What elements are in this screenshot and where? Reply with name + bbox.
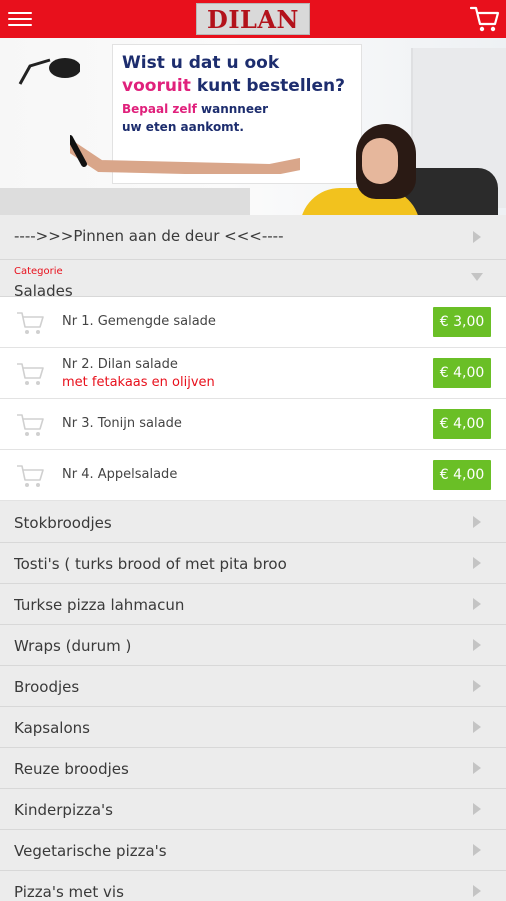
item-description: met fetakaas en olijven [62, 375, 215, 390]
item-name: Nr 4. Appelsalade [62, 467, 178, 482]
promo-banner: Wist u dat u ook vooruit kunt bestellen?… [0, 38, 506, 215]
banner-desk [0, 188, 250, 215]
chevron-right-icon [473, 721, 481, 733]
banner-woman-face [362, 138, 398, 184]
menu-item[interactable]: Nr 1. Gemengde salade € 3,00 [0, 297, 506, 348]
hamburger-menu-icon[interactable] [8, 9, 32, 29]
item-name: Nr 2. Dilan salade [62, 357, 178, 372]
price-button[interactable]: € 3,00 [433, 307, 491, 337]
notice-row[interactable]: ---->>>Pinnen aan de deur <<<---- [0, 215, 506, 260]
item-name: Nr 1. Gemengde salade [62, 314, 216, 329]
category-row-label: Pizza's met vis [14, 883, 124, 901]
add-to-cart-icon[interactable] [16, 463, 46, 489]
add-to-cart-icon[interactable] [16, 310, 46, 336]
banner-legs [70, 135, 300, 174]
banner-line-2-rest: kunt bestellen? [196, 76, 345, 96]
banner-line-3: Bepaal zelf wannneer [122, 102, 268, 116]
category-row-label: Vegetarische pizza's [14, 842, 167, 860]
banner-line-3-rest: wannneer [201, 102, 269, 116]
chevron-right-icon [473, 762, 481, 774]
banner-line-3-highlight: Bepaal zelf [122, 102, 197, 116]
category-caption: Categorie [14, 266, 63, 277]
category-row-label: Kapsalons [14, 719, 90, 737]
category-row-reuze-broodjes[interactable]: Reuze broodjes [0, 748, 506, 789]
category-row-pizzas-met-vis[interactable]: Pizza's met vis [0, 871, 506, 901]
top-app-bar: DILAN [0, 0, 506, 38]
chevron-right-icon [473, 680, 481, 692]
chevron-right-icon [473, 885, 481, 897]
category-row-lahmacun[interactable]: Turkse pizza lahmacun [0, 584, 506, 625]
category-row-kinderpizzas[interactable]: Kinderpizza's [0, 789, 506, 830]
category-row-label: Turkse pizza lahmacun [14, 596, 185, 614]
add-to-cart-icon[interactable] [16, 361, 46, 387]
category-dropdown[interactable]: Categorie Salades [0, 260, 506, 300]
price-button[interactable]: € 4,00 [433, 460, 491, 490]
category-row-tosti[interactable]: Tosti's ( turks brood of met pita broo [0, 543, 506, 584]
price-button[interactable]: € 4,00 [433, 358, 491, 388]
chevron-right-icon [473, 231, 481, 243]
category-row-label: Wraps (durum ) [14, 637, 132, 655]
banner-line-1: Wist u dat u ook [122, 53, 280, 73]
category-row-label: Broodjes [14, 678, 80, 696]
category-row-wraps[interactable]: Wraps (durum ) [0, 625, 506, 666]
category-row-kapsalons[interactable]: Kapsalons [0, 707, 506, 748]
chevron-right-icon [473, 803, 481, 815]
brand-logo: DILAN [196, 3, 310, 35]
add-to-cart-icon[interactable] [16, 412, 46, 438]
chevron-down-icon [471, 273, 483, 281]
category-row-stokbroodjes[interactable]: Stokbroodjes [0, 502, 506, 543]
chevron-right-icon [473, 516, 481, 528]
category-row-broodjes[interactable]: Broodjes [0, 666, 506, 707]
category-row-label: Tosti's ( turks brood of met pita broo [14, 555, 287, 573]
shopping-cart-icon[interactable] [470, 5, 500, 33]
chevron-right-icon [473, 557, 481, 569]
category-row-label: Kinderpizza's [14, 801, 113, 819]
item-name: Nr 3. Tonijn salade [62, 416, 182, 431]
category-row-label: Reuze broodjes [14, 760, 129, 778]
notice-label: ---->>>Pinnen aan de deur <<<---- [14, 227, 284, 245]
price-button[interactable]: € 4,00 [433, 409, 491, 439]
desk-lamp-icon [18, 58, 80, 85]
chevron-right-icon [473, 598, 481, 610]
banner-line-2: vooruit kunt bestellen? [122, 76, 345, 96]
chevron-right-icon [473, 844, 481, 856]
banner-line-2-highlight: vooruit [122, 76, 191, 96]
category-row-vegetarische-pizzas[interactable]: Vegetarische pizza's [0, 830, 506, 871]
banner-line-4: uw eten aankomt. [122, 120, 244, 134]
chevron-right-icon [473, 639, 481, 651]
menu-item[interactable]: Nr 4. Appelsalade € 4,00 [0, 450, 506, 501]
category-row-label: Stokbroodjes [14, 514, 112, 532]
menu-item[interactable]: Nr 3. Tonijn salade € 4,00 [0, 399, 506, 450]
menu-item[interactable]: Nr 2. Dilan salade met fetakaas en olijv… [0, 348, 506, 399]
